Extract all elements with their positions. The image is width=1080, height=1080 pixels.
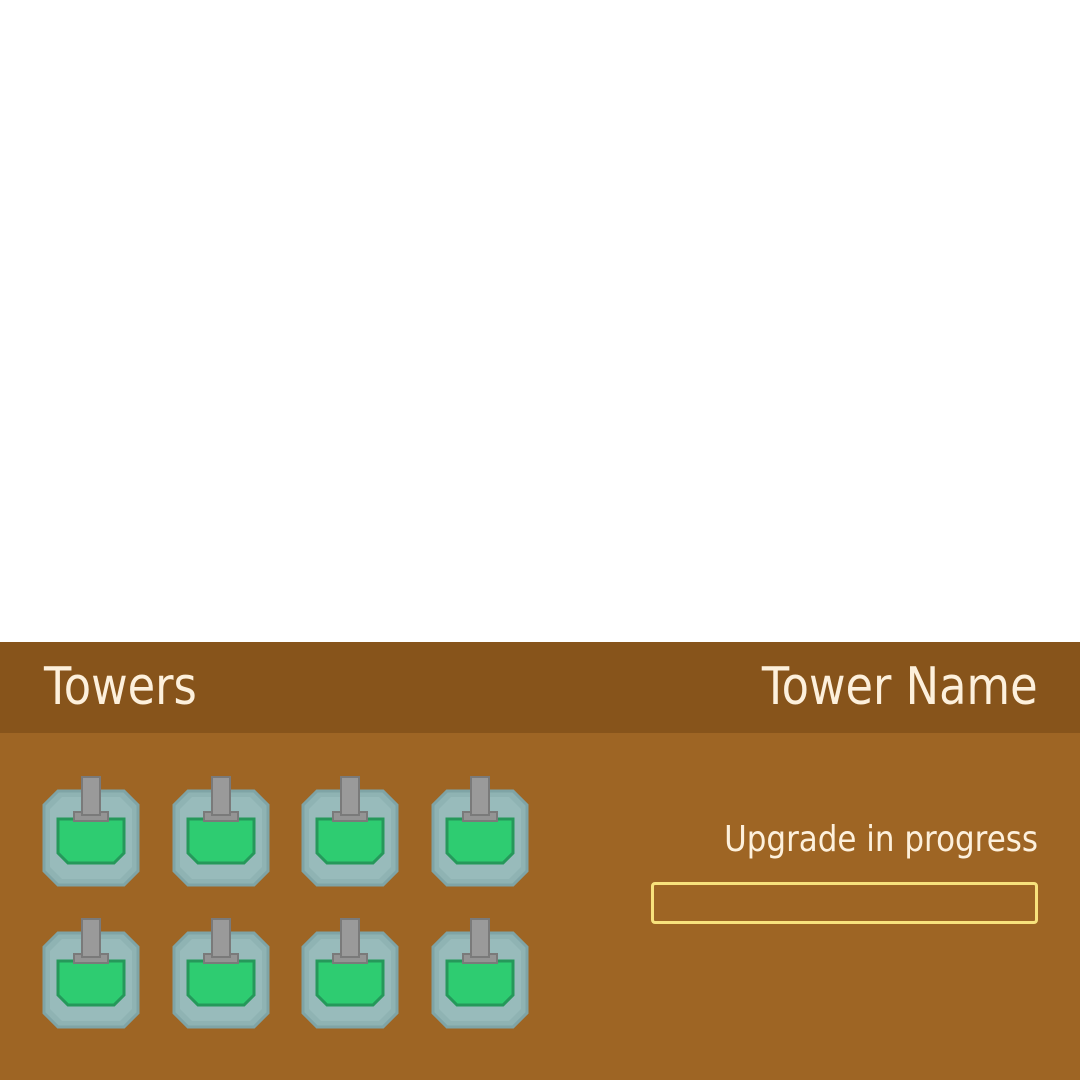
turret-tower-icon [431, 776, 529, 887]
turret-tower-icon [431, 918, 529, 1029]
upgrade-status-label: Upgrade in progress [724, 819, 1038, 860]
turret-tower-icon [42, 776, 140, 887]
game-viewport[interactable] [0, 0, 1080, 642]
tower-slot[interactable] [429, 775, 531, 889]
tower-slot[interactable] [299, 917, 401, 1031]
tower-slot[interactable] [170, 775, 272, 889]
tower-name-title: Tower Name [762, 657, 1038, 717]
turret-tower-icon [172, 776, 270, 887]
tower-slot[interactable] [170, 917, 272, 1031]
turret-tower-icon [42, 918, 140, 1029]
tower-grid [40, 775, 532, 1031]
towers-title: Towers [44, 657, 197, 717]
tower-slot[interactable] [299, 775, 401, 889]
tower-slot[interactable] [40, 917, 142, 1031]
turret-tower-icon [301, 918, 399, 1029]
upgrade-progress-bar [651, 882, 1038, 924]
panel-header: Towers Tower Name [0, 642, 1080, 733]
tower-panel: Towers Tower Name Upgrade in progress [0, 642, 1080, 1080]
turret-tower-icon [301, 776, 399, 887]
turret-tower-icon [172, 918, 270, 1029]
tower-slot[interactable] [429, 917, 531, 1031]
tower-slot[interactable] [40, 775, 142, 889]
